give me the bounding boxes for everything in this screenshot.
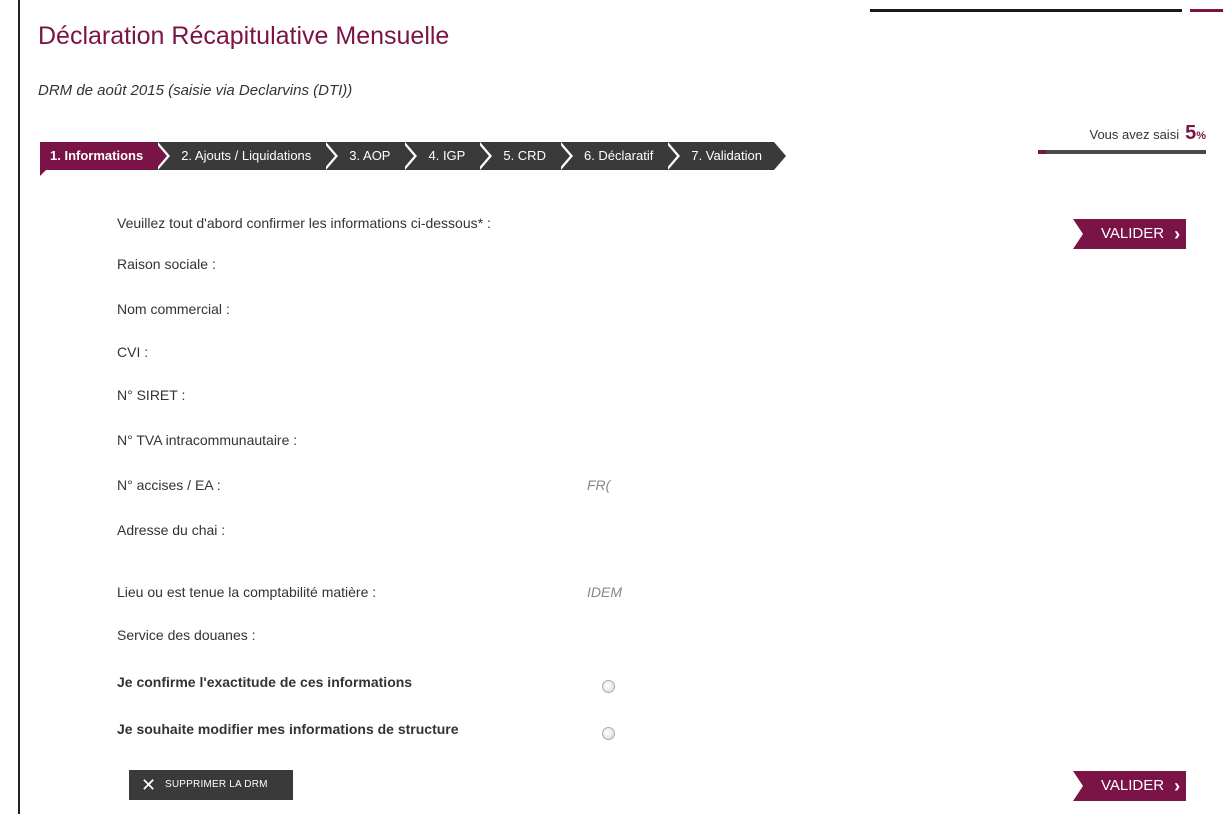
value-lieu-comptabilite: IDEM xyxy=(587,584,622,600)
label-cvi: CVI : xyxy=(117,344,149,360)
step-validation[interactable]: 7. Validation xyxy=(665,142,786,170)
value-accises: FR( xyxy=(587,477,611,493)
active-step-marker xyxy=(40,170,46,176)
label-service-douanes: Service des douanes : xyxy=(117,627,256,643)
step-ajouts-liquidations[interactable]: 2. Ajouts / Liquidations xyxy=(155,142,339,170)
label-adresse-chai: Adresse du chai : xyxy=(117,522,226,538)
modify-label: Je souhaite modifier mes informations de… xyxy=(117,721,459,737)
progress-text: Vous avez saisi 5% xyxy=(1038,122,1206,145)
label-raison-sociale: Raison sociale : xyxy=(117,256,216,272)
page-subtitle: DRM de août 2015 (saisie via Declarvins … xyxy=(38,82,353,99)
confirm-radio[interactable] xyxy=(602,680,615,693)
progress-bar xyxy=(1038,150,1206,154)
top-edge-bar xyxy=(870,9,1182,12)
validate-button-top[interactable]: VALIDER › xyxy=(1073,219,1187,249)
delete-drm-label: SUPPRIMER LA DRM xyxy=(165,779,268,790)
validate-label: VALIDER xyxy=(1101,777,1165,794)
step-informations[interactable]: 1. Informations xyxy=(40,142,171,170)
close-icon: ✕ xyxy=(141,775,157,795)
form-intro: Veuillez tout d'abord confirmer les info… xyxy=(117,215,491,231)
confirm-label: Je confirme l'exactitude de ces informat… xyxy=(117,674,413,690)
step-declaratif[interactable]: 6. Déclaratif xyxy=(557,142,681,170)
progress-percent: 5% xyxy=(1185,122,1206,144)
progress-bar-fill xyxy=(1038,150,1047,154)
step-navigation: 1. Informations 2. Ajouts / Liquidations… xyxy=(40,142,786,170)
label-tva: N° TVA intracommunautaire : xyxy=(117,432,298,448)
page-title: Déclaration Récapitulative Mensuelle xyxy=(38,22,450,50)
modify-radio[interactable] xyxy=(602,727,615,740)
label-nom-commercial: Nom commercial : xyxy=(117,301,230,317)
validate-label: VALIDER xyxy=(1101,225,1165,242)
progress-label: Vous avez saisi xyxy=(1089,127,1180,142)
label-siret: N° SIRET : xyxy=(117,387,186,403)
left-border xyxy=(18,0,20,814)
top-edge-accent xyxy=(1190,9,1223,12)
label-lieu-comptabilite: Lieu ou est tenue la comptabilité matièr… xyxy=(117,584,377,600)
label-accises: N° accises / EA : xyxy=(117,477,221,493)
validate-button-bottom[interactable]: VALIDER › xyxy=(1073,771,1187,801)
chevron-right-icon: › xyxy=(1174,776,1181,796)
chevron-right-icon: › xyxy=(1174,224,1181,244)
delete-drm-button[interactable]: ✕ SUPPRIMER LA DRM xyxy=(129,770,293,800)
progress-indicator: Vous avez saisi 5% xyxy=(1038,122,1206,154)
